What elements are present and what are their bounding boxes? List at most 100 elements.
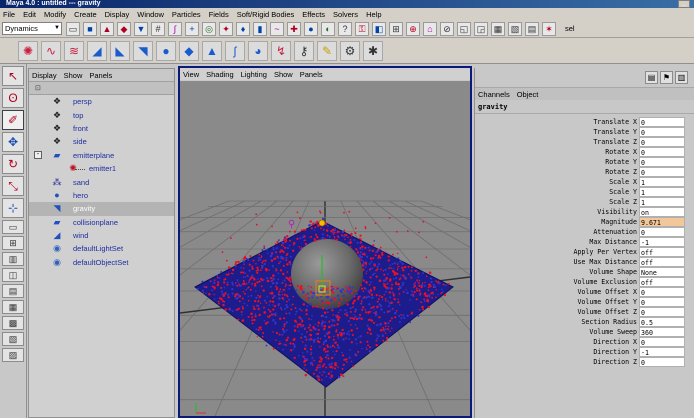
channel-row[interactable]: Direction X0 xyxy=(475,337,694,347)
drag-field-icon[interactable]: ◣ xyxy=(110,40,130,61)
channel-value-field[interactable]: 9.671 xyxy=(639,217,685,227)
outliner-menu-panels[interactable]: Panels xyxy=(89,71,112,80)
channel-value-field[interactable]: 360 xyxy=(639,327,685,337)
construction-icon[interactable]: ⌂ xyxy=(423,21,437,36)
output-ops-icon[interactable]: ◲ xyxy=(474,21,488,36)
menu-solvers[interactable]: Solvers xyxy=(333,10,358,19)
select-by-type-icon[interactable]: ✦ xyxy=(219,21,233,36)
channel-value-field[interactable]: 0 xyxy=(639,117,685,127)
joint-mask-icon[interactable]: ▮ xyxy=(253,21,267,36)
channel-value-field[interactable]: off xyxy=(639,257,685,267)
particle-tool-icon[interactable]: ∿ xyxy=(41,40,61,61)
graph-layout-icon[interactable]: ▤ xyxy=(2,284,24,298)
curve-flow-icon[interactable]: ≋ xyxy=(64,40,84,61)
outliner-item-side[interactable]: ❖ side xyxy=(29,135,174,148)
outliner-item-defaultobjectset[interactable]: ◉ defaultObjectSet xyxy=(29,256,174,269)
channel-value-field[interactable]: 1 xyxy=(639,177,685,187)
channel-row[interactable]: Max Distance -1 xyxy=(475,237,694,247)
channel-name[interactable]: Translate Y xyxy=(475,127,639,137)
menu-display[interactable]: Display xyxy=(105,10,130,19)
tool-settings-icon[interactable]: ⚑ xyxy=(660,71,673,84)
emitter-icon[interactable]: ✺ xyxy=(18,40,38,61)
move-tool-icon[interactable]: ✥ xyxy=(2,132,24,152)
viewport-canvas[interactable]: ⚲ xyxy=(180,81,470,416)
folder-icon[interactable]: ▭ xyxy=(66,21,80,36)
channel-name[interactable]: Magnitude xyxy=(475,217,639,227)
channel-name[interactable]: Max Distance xyxy=(475,237,639,247)
channel-row[interactable]: Volume Offset X0 xyxy=(475,287,694,297)
channel-name[interactable]: Translate X xyxy=(475,117,639,127)
turbulence-field-icon[interactable]: ▲ xyxy=(202,40,222,61)
channel-menu-channels[interactable]: Channels xyxy=(478,90,510,99)
render-mask-icon[interactable]: ◐ xyxy=(321,21,335,36)
channel-name[interactable]: Rotate Y xyxy=(475,157,639,167)
newton-field-icon[interactable]: ● xyxy=(156,40,176,61)
snap-curve-icon[interactable]: ∫ xyxy=(168,21,182,36)
channel-name[interactable]: Scale X xyxy=(475,177,639,187)
ipr-icon[interactable]: ▧ xyxy=(508,21,522,36)
channel-name[interactable]: Rotate X xyxy=(475,147,639,157)
hypershade-icon[interactable]: ✶ xyxy=(542,21,556,36)
rotate-tool-icon[interactable]: ↻ xyxy=(2,154,24,174)
highlight-icon[interactable]: ◧ xyxy=(372,21,386,36)
channel-menu-object[interactable]: Object xyxy=(517,90,539,99)
channel-row[interactable]: Volume Sweep 360 xyxy=(475,327,694,337)
channel-value-field[interactable]: on xyxy=(639,207,685,217)
outliner-menu-display[interactable]: Display xyxy=(32,71,57,80)
channel-name[interactable]: Section Radius xyxy=(475,317,639,327)
select-tool-icon[interactable]: ↖ xyxy=(2,66,24,86)
channel-row[interactable]: Magnitude 9.671 xyxy=(475,217,694,227)
stop-icon[interactable]: ⊘ xyxy=(440,21,454,36)
outliner-item-hero[interactable]: ● hero xyxy=(29,189,174,202)
input-ops-icon[interactable]: ◱ xyxy=(457,21,471,36)
goal-icon[interactable]: ✎ xyxy=(317,40,337,61)
mode-dropdown[interactable]: Dynamics xyxy=(2,22,62,35)
channel-value-field[interactable]: 0 xyxy=(639,357,685,367)
snap-surface-icon[interactable]: ◎ xyxy=(202,21,216,36)
channel-value-field[interactable]: off xyxy=(639,277,685,287)
channel-row[interactable]: Use Max Distance off xyxy=(475,257,694,267)
viewport-menu-panels[interactable]: Panels xyxy=(300,70,323,79)
channel-value-field[interactable]: -1 xyxy=(639,347,685,357)
channel-row[interactable]: Scale X1 xyxy=(475,177,694,187)
channel-name[interactable]: Direction Z xyxy=(475,357,639,367)
custom-layout-icon[interactable]: ▨ xyxy=(2,348,24,362)
channel-row[interactable]: Rotate Z0 xyxy=(475,167,694,177)
attribute-editor-icon[interactable]: ▤ xyxy=(645,71,658,84)
channel-row[interactable]: Volume Shape None xyxy=(475,267,694,277)
channel-row[interactable]: Volume Offset Y0 xyxy=(475,297,694,307)
outliner-item-gravity[interactable]: ◥ gravity xyxy=(29,202,174,216)
menu-soft-rigid-bodies[interactable]: Soft/Rigid Bodies xyxy=(237,10,295,19)
dynamics-mask-icon[interactable]: ● xyxy=(304,21,318,36)
scale-tool-icon[interactable]: ⤡ xyxy=(2,176,24,196)
outliner-item-emitter1[interactable]: ✺ emitter1 xyxy=(29,162,174,175)
channel-box-icon[interactable]: ▥ xyxy=(675,71,688,84)
channel-value-field[interactable]: 1 xyxy=(639,197,685,207)
outliner-item-emitterplane[interactable]: - ▰ emitterplane xyxy=(29,149,174,162)
select-component-icon[interactable]: ▼ xyxy=(134,21,148,36)
outliner-item-top[interactable]: ❖ top xyxy=(29,108,174,121)
channel-row[interactable]: Direction Y -1 xyxy=(475,347,694,357)
two-pane-layout-icon[interactable]: ▥ xyxy=(2,252,24,266)
lasso-tool-icon[interactable]: ʘ xyxy=(2,88,24,108)
channel-value-field[interactable]: 0 xyxy=(639,337,685,347)
channel-value-field[interactable]: None xyxy=(639,267,685,277)
gravity-field-icon[interactable]: ◥ xyxy=(133,40,153,61)
channel-name[interactable]: Scale Y xyxy=(475,187,639,197)
save-icon[interactable]: ■ xyxy=(83,21,97,36)
outliner-menu-show[interactable]: Show xyxy=(64,71,83,80)
history-icon[interactable]: ⊕ xyxy=(406,21,420,36)
outliner-item-collisionplane[interactable]: ▰ collisionplane xyxy=(29,216,174,229)
outliner-item-persp[interactable]: ❖ persp xyxy=(29,95,174,108)
lock-icon[interactable]: ⚿ xyxy=(355,21,369,36)
menu-effects[interactable]: Effects xyxy=(302,10,325,19)
render-layout-icon[interactable]: ▩ xyxy=(2,316,24,330)
minimize-button[interactable]: _ xyxy=(678,0,690,8)
viewport-menu-lighting[interactable]: Lighting xyxy=(241,70,267,79)
outliner-item-sand[interactable]: ⁂ sand xyxy=(29,175,174,188)
snap-grid-icon[interactable]: # xyxy=(151,21,165,36)
channel-row[interactable]: Apply Per Vertex off xyxy=(475,247,694,257)
channel-value-field[interactable]: 0 xyxy=(639,307,685,317)
channel-row[interactable]: Translate Z0 xyxy=(475,137,694,147)
channel-value-field[interactable]: off xyxy=(639,247,685,257)
